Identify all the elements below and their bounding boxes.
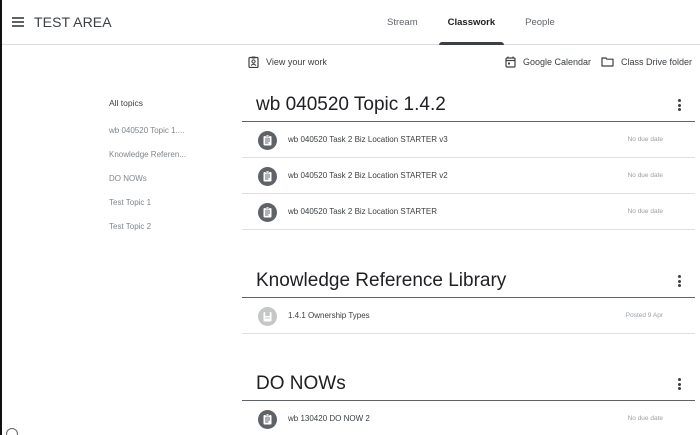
calendar-icon [505,56,516,68]
tab-people[interactable]: People [510,0,570,45]
topic-section-do-nows: DO NOWs wb 130420 DO NOW 2 No due date [242,371,695,435]
assignment-icon [258,131,277,150]
folder-icon [601,57,614,67]
section-title[interactable]: Knowledge Reference Library [256,270,506,292]
classwork-item[interactable]: wb 040520 Task 2 Biz Location STARTER No… [242,194,695,230]
more-options-icon[interactable] [678,99,681,111]
section-header: wb 040520 Topic 1.4.2 [242,92,695,122]
topic-section-1-4-2: wb 040520 Topic 1.4.2 wb 040520 Task 2 B… [242,92,695,230]
view-your-work-label: View your work [266,57,327,67]
nav-tabs: Stream Classwork People [372,0,570,45]
assignment-icon [258,167,277,186]
classwork-item[interactable]: wb 040520 Task 2 Biz Location STARTER v3… [242,122,695,158]
section-header: DO NOWs [242,371,695,401]
classwork-item[interactable]: 1.4.1 Ownership Types Posted 9 Apr [242,298,695,334]
class-title[interactable]: TEST AREA [34,14,112,30]
item-title: wb 040520 Task 2 Biz Location STARTER v2 [288,171,448,180]
help-icon[interactable] [6,428,18,435]
google-calendar-label: Google Calendar [523,57,592,67]
posted-date: Posted 9 Apr [625,312,663,319]
item-title: wb 040520 Task 2 Biz Location STARTER v3 [288,135,448,144]
tab-stream[interactable]: Stream [372,0,433,45]
sidebar-item-test-topic-2[interactable]: Test Topic 2 [109,221,219,245]
assignment-icon [258,410,277,429]
sidebar-item-topic-1-4-2[interactable]: wb 040520 Topic 1.... [109,125,219,149]
menu-icon[interactable] [12,17,24,27]
section-header: Knowledge Reference Library [242,268,695,298]
google-calendar-button[interactable]: Google Calendar [505,56,591,68]
sidebar-item-do-nows[interactable]: DO NOWs [109,173,219,197]
more-options-icon[interactable] [678,378,681,390]
more-options-icon[interactable] [678,275,681,287]
item-title: 1.4.1 Ownership Types [288,311,370,320]
topic-section-knowledge-reference: Knowledge Reference Library 1.4.1 Owners… [242,268,695,334]
due-date: No due date [627,172,663,179]
material-icon [258,307,277,326]
topic-list: All topics wb 040520 Topic 1.... Knowled… [109,97,219,245]
sidebar-item-test-topic-1[interactable]: Test Topic 1 [109,197,219,221]
top-app-bar: TEST AREA Stream Classwork People [2,0,700,45]
item-title: wb 040520 Task 2 Biz Location STARTER [288,207,437,216]
classwork-item[interactable]: wb 130420 DO NOW 2 No due date [242,401,695,435]
due-date: No due date [627,208,663,215]
section-title[interactable]: wb 040520 Topic 1.4.2 [256,94,446,116]
due-date: No due date [627,136,663,143]
tab-classwork[interactable]: Classwork [433,0,511,45]
view-your-work-button[interactable]: View your work [248,56,327,68]
classwork-item[interactable]: wb 040520 Task 2 Biz Location STARTER v2… [242,158,695,194]
class-drive-folder-label: Class Drive folder [621,56,693,67]
sidebar-item-all-topics[interactable]: All topics [109,97,219,121]
assignment-ind-icon [248,56,259,68]
item-title: wb 130420 DO NOW 2 [288,414,370,423]
assignment-icon [258,203,277,222]
sidebar-item-knowledge-reference[interactable]: Knowledge Referen... [109,149,219,173]
due-date: No due date [627,415,663,422]
app-window: TEST AREA Stream Classwork People View y… [0,0,700,435]
class-drive-folder-button[interactable]: Class Drive folder [601,56,692,67]
section-title[interactable]: DO NOWs [256,373,346,395]
